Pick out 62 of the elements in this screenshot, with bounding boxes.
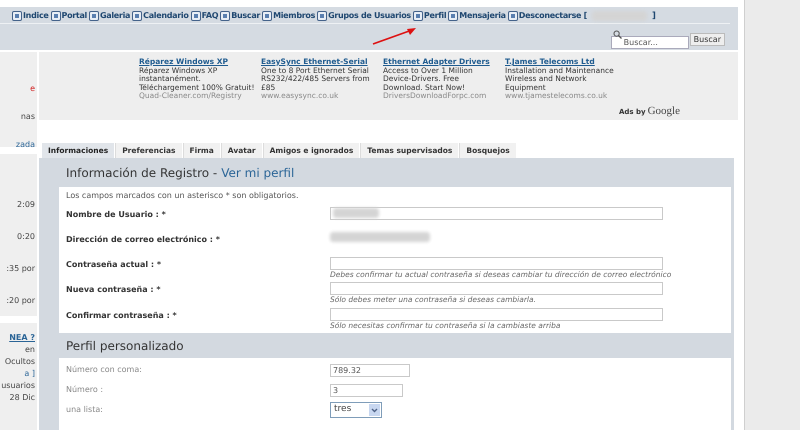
section-title: Perfil personalizado (66, 338, 184, 354)
section-title: Información de Registro - (66, 164, 218, 182)
annotation-arrow (372, 26, 418, 46)
square-icon (262, 11, 272, 22)
nav-link[interactable]: FAQ (190, 10, 218, 22)
sidebar-text: :35 por (6, 264, 35, 274)
search-field[interactable]: Buscar... (610, 36, 689, 49)
field-label: Dirección de correo electrónico : * (65, 234, 221, 246)
search-icon (612, 30, 622, 39)
sidebar-text: usuarios (1, 381, 35, 391)
field-label: Número : (65, 384, 104, 396)
sidebar-text: e (30, 84, 35, 94)
sidebar-link[interactable]: a ] (24, 369, 35, 379)
field-label: Contraseña actual : * (65, 259, 162, 272)
list-dropdown[interactable]: tres (330, 402, 382, 418)
nav-link[interactable]: Mensajeria (448, 10, 506, 22)
sidebar-text: 2:09 (17, 200, 35, 210)
nav-link[interactable]: Calendario (132, 10, 189, 22)
nav-link[interactable]: Miembros (262, 10, 316, 22)
square-icon (448, 11, 458, 22)
nav-link[interactable]: Perfil (412, 10, 446, 22)
nav-link[interactable]: Galeria (89, 10, 130, 22)
password-field[interactable] (330, 257, 663, 270)
nav-link[interactable]: Desconectarse [ (508, 10, 588, 22)
sidebar-link[interactable]: zada (16, 140, 35, 150)
square-icon (50, 11, 61, 22)
sidebar-text: NEA ? (9, 333, 35, 343)
password-field[interactable] (330, 282, 663, 296)
square-icon (132, 11, 142, 22)
sidebar-text: 0:20 (17, 232, 35, 242)
field-label: Confirmar contraseña : * (65, 310, 178, 322)
sidebar-text: en (25, 345, 35, 355)
value-field[interactable]: 3 (330, 384, 403, 396)
field-label: Nueva contraseña : * (65, 284, 162, 296)
search-button[interactable]: Buscar (690, 33, 725, 46)
password-field[interactable] (330, 308, 663, 321)
sidebar-text: 28 Dic (9, 393, 35, 403)
nav-link[interactable]: Portal (50, 10, 87, 22)
blurred-value (333, 208, 379, 218)
square-icon (220, 11, 230, 22)
square-icon (190, 11, 201, 22)
sidebar-text: :20 por (6, 296, 35, 306)
chevron-down-icon (369, 404, 380, 416)
nav-link[interactable]: Grupos de Usuarios (317, 10, 411, 22)
bracket-text: ] (652, 10, 656, 23)
square-icon (317, 11, 328, 22)
field-label: una lista: (65, 404, 104, 416)
square-icon (412, 11, 423, 22)
field-label: Número con coma: (65, 364, 143, 376)
sidebar-text: nas (20, 112, 35, 122)
nav-link[interactable]: Indice (12, 10, 49, 22)
required-note: Los campos marcados con un asterisco * son obligatorios. (65, 190, 300, 202)
field-label: Nombre de Usuario : * (65, 208, 167, 221)
square-icon (508, 11, 518, 22)
view-profile-link[interactable]: Ver mi perfil (221, 164, 294, 182)
sidebar-text: Ocultos (4, 357, 35, 367)
google-label: Google (648, 105, 680, 117)
square-icon (89, 11, 99, 22)
username-field[interactable] (330, 206, 663, 220)
square-icon (12, 11, 22, 22)
nav-link[interactable]: Buscar (220, 10, 260, 22)
value-field[interactable]: 789.32 (330, 364, 410, 376)
